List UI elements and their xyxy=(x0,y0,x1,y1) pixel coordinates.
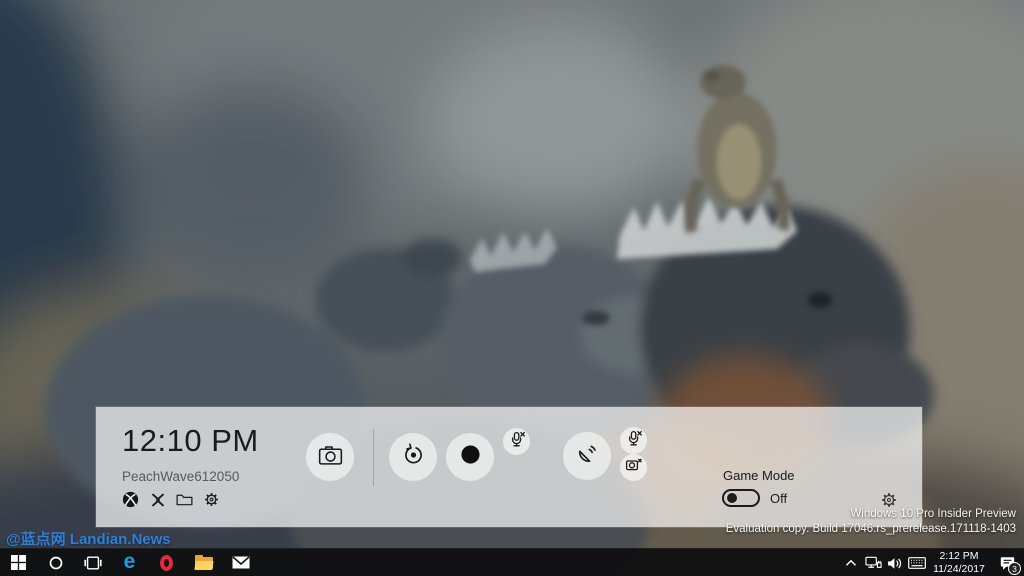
camera-off-icon xyxy=(625,456,643,479)
touch-keyboard-icon xyxy=(908,557,926,569)
mic-muted-button[interactable] xyxy=(503,428,530,455)
taskbar: e xyxy=(0,548,1024,576)
hidden-icons-chevron[interactable] xyxy=(840,549,862,576)
folder-icon[interactable] xyxy=(176,491,193,508)
winver-line2: Evaluation copy. Build 17046.rs_prerelea… xyxy=(726,522,1016,536)
winver-line1: Windows 10 Pro Insider Preview xyxy=(726,507,1016,521)
tray-time: 2:12 PM xyxy=(939,550,978,563)
watermark-text: @蓝点网 Landian.News xyxy=(6,528,171,549)
system-tray: 2:12 PM 11/24/2017 3 xyxy=(840,549,1024,576)
record-that-icon xyxy=(401,442,426,472)
record-dot-icon xyxy=(458,442,483,472)
file-explorer-button[interactable] xyxy=(185,549,222,576)
broadcast-mic-muted-button[interactable] xyxy=(620,427,647,454)
start-recording-button[interactable] xyxy=(446,433,494,481)
tray-date: 11/24/2017 xyxy=(933,563,985,576)
taskbar-left: e xyxy=(0,549,259,576)
camera-icon xyxy=(318,444,343,471)
edge-icon: e xyxy=(124,551,136,572)
record-last-button[interactable] xyxy=(389,433,437,481)
mail-icon xyxy=(232,556,250,569)
game-mode-toggle[interactable] xyxy=(722,489,760,507)
desktop: @蓝点网 Landian.News 12:10 PM PeachWave6120… xyxy=(0,0,1024,576)
game-bar-divider xyxy=(373,429,374,486)
tray-clock[interactable]: 2:12 PM 11/24/2017 xyxy=(928,549,990,576)
mic-muted-icon xyxy=(625,429,643,452)
game-bar-clock: 12:10 PM xyxy=(122,423,259,459)
windows-logo-icon xyxy=(11,555,26,570)
action-center-button[interactable]: 3 xyxy=(990,549,1024,576)
task-view-icon xyxy=(84,556,102,570)
mail-button[interactable] xyxy=(222,549,259,576)
game-mode-label: Game Mode xyxy=(723,468,795,483)
start-broadcast-button[interactable] xyxy=(563,432,611,480)
mixer-logo-icon[interactable] xyxy=(149,491,166,508)
opera-button[interactable] xyxy=(148,549,185,576)
game-mode-state: Off xyxy=(770,491,787,506)
file-explorer-icon xyxy=(195,556,213,570)
gamertag: PeachWave612050 xyxy=(122,469,239,484)
cortana-button[interactable] xyxy=(37,549,74,576)
start-button[interactable] xyxy=(0,549,37,576)
broadcast-camera-off-button[interactable] xyxy=(620,454,647,481)
edge-button[interactable]: e xyxy=(111,549,148,576)
task-view-button[interactable] xyxy=(74,549,111,576)
chevron-up-icon xyxy=(845,559,857,567)
volume-tray-button[interactable] xyxy=(884,549,906,576)
network-icon xyxy=(865,556,882,570)
opera-icon xyxy=(160,555,173,571)
gear-icon[interactable] xyxy=(203,491,220,508)
winver-watermark: Windows 10 Pro Insider Preview Evaluatio… xyxy=(726,507,1016,536)
broadcast-icon xyxy=(575,442,599,471)
notification-badge: 3 xyxy=(1008,562,1021,575)
mic-muted-icon xyxy=(508,430,526,453)
game-bar-quick-links xyxy=(122,491,220,508)
cortana-circle-icon xyxy=(49,556,63,570)
screenshot-button[interactable] xyxy=(306,433,354,481)
network-tray-button[interactable] xyxy=(862,549,884,576)
touch-keyboard-button[interactable] xyxy=(906,549,928,576)
xbox-logo-icon[interactable] xyxy=(122,491,139,508)
volume-icon xyxy=(887,557,903,570)
toggle-knob xyxy=(727,493,737,503)
